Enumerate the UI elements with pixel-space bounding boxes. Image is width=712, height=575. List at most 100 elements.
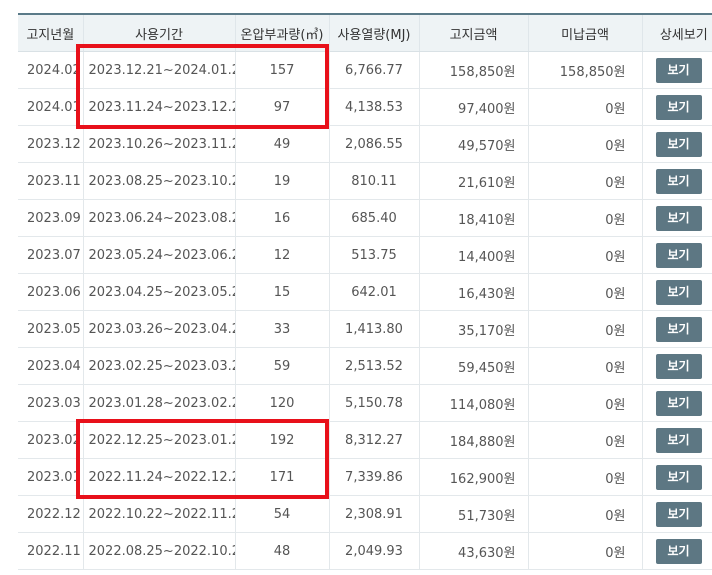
detail-cell: 보기 — [641, 347, 712, 385]
billed-amount-cell: 51,730원 — [418, 495, 528, 533]
unpaid-amount-cell: 0원 — [527, 199, 642, 237]
view-detail-button[interactable]: 보기 — [655, 94, 702, 120]
usage-volume-cell: 59 — [234, 347, 329, 385]
view-detail-button[interactable]: 보기 — [655, 57, 702, 83]
billed-amount-cell: 14,400원 — [418, 236, 528, 274]
heat-usage-cell: 2,308.91 — [328, 495, 419, 533]
billing-month-cell: 2024.02 — [18, 51, 83, 89]
billing-month-cell: 2023.06 — [18, 273, 83, 311]
table-row: 2023.04 2023.02.25~2023.03.25 59 2,513.52 59… — [18, 347, 712, 385]
usage-volume-cell: 120 — [234, 384, 329, 422]
heat-usage-cell: 1,413.80 — [328, 310, 419, 348]
usage-volume-cell: 19 — [234, 162, 329, 200]
header-detail: 상세보기 — [641, 13, 712, 52]
detail-cell: 보기 — [641, 162, 712, 200]
view-detail-button[interactable]: 보기 — [655, 464, 702, 490]
table-row: 2023.05 2023.03.26~2023.04.24 33 1,413.80 35… — [18, 310, 712, 348]
view-detail-button[interactable]: 보기 — [655, 501, 702, 527]
usage-volume-cell: 171 — [234, 458, 329, 496]
heat-usage-cell: 5,150.78 — [328, 384, 419, 422]
view-detail-button[interactable]: 보기 — [655, 538, 702, 564]
detail-cell: 보기 — [641, 51, 712, 89]
view-detail-button[interactable]: 보기 — [655, 131, 702, 157]
usage-volume-cell: 97 — [234, 88, 329, 126]
billing-month-cell: 2022.11 — [18, 532, 83, 570]
billing-table: 고지년월 사용기간 온압부과량(㎥) 사용열량(MJ) 고지금액 미납금액 상세… — [18, 13, 712, 570]
usage-volume-cell: 16 — [234, 199, 329, 237]
view-detail-button[interactable]: 보기 — [655, 205, 702, 231]
detail-cell: 보기 — [641, 310, 712, 348]
detail-cell: 보기 — [641, 236, 712, 274]
unpaid-amount-cell: 0원 — [527, 495, 642, 533]
unpaid-amount-cell: 0원 — [527, 384, 642, 422]
heat-usage-cell: 4,138.53 — [328, 88, 419, 126]
heat-usage-cell: 2,049.93 — [328, 532, 419, 570]
table-row: 2023.02 2022.12.25~2023.01.27 192 8,312.27 1… — [18, 421, 712, 459]
usage-period-cell: 2023.08.25~2023.10.25 — [82, 162, 235, 200]
table-row: 2022.11 2022.08.25~2022.10.21 48 2,049.93 43… — [18, 532, 712, 570]
billed-amount-cell: 158,850원 — [418, 51, 528, 89]
billing-month-cell: 2022.12 — [18, 495, 83, 533]
billed-amount-cell: 21,610원 — [418, 162, 528, 200]
view-detail-button[interactable]: 보기 — [655, 242, 702, 268]
table-row: 2023.06 2023.04.25~2023.05.23 15 642.01 16,4… — [18, 273, 712, 311]
header-usage-period: 사용기간 — [82, 13, 235, 52]
view-detail-button[interactable]: 보기 — [655, 316, 702, 342]
billing-month-cell: 2023.03 — [18, 384, 83, 422]
header-usage-volume: 온압부과량(㎥) — [234, 13, 329, 52]
detail-cell: 보기 — [641, 421, 712, 459]
header-billed-amount: 고지금액 — [418, 13, 528, 52]
table-row: 2023.01 2022.11.24~2022.12.24 171 7,339.86 1… — [18, 458, 712, 496]
detail-cell: 보기 — [641, 458, 712, 496]
unpaid-amount-cell: 0원 — [527, 347, 642, 385]
heat-usage-cell: 642.01 — [328, 273, 419, 311]
header-billing-month: 고지년월 — [18, 13, 83, 52]
usage-period-cell: 2022.10.22~2022.11.23 — [82, 495, 235, 533]
view-detail-button[interactable]: 보기 — [655, 279, 702, 305]
detail-cell: 보기 — [641, 199, 712, 237]
unpaid-amount-cell: 0원 — [527, 532, 642, 570]
table-row: 2023.09 2023.06.24~2023.08.24 16 685.40 18,4… — [18, 199, 712, 237]
billed-amount-cell: 49,570원 — [418, 125, 528, 163]
billing-month-cell: 2023.02 — [18, 421, 83, 459]
billing-month-cell: 2023.09 — [18, 199, 83, 237]
usage-period-cell: 2023.03.26~2023.04.24 — [82, 310, 235, 348]
usage-volume-cell: 54 — [234, 495, 329, 533]
heat-usage-cell: 685.40 — [328, 199, 419, 237]
usage-period-cell: 2023.01.28~2023.02.24 — [82, 384, 235, 422]
usage-period-cell: 2023.04.25~2023.05.23 — [82, 273, 235, 311]
unpaid-amount-cell: 0원 — [527, 273, 642, 311]
view-detail-button[interactable]: 보기 — [655, 168, 702, 194]
view-detail-button[interactable]: 보기 — [655, 427, 702, 453]
billed-amount-cell: 59,450원 — [418, 347, 528, 385]
view-detail-button[interactable]: 보기 — [655, 353, 702, 379]
billing-month-cell: 2024.01 — [18, 88, 83, 126]
usage-volume-cell: 12 — [234, 236, 329, 274]
heat-usage-cell: 8,312.27 — [328, 421, 419, 459]
table-header-row: 고지년월 사용기간 온압부과량(㎥) 사용열량(MJ) 고지금액 미납금액 상세… — [18, 13, 712, 52]
table-row: 2024.02 2023.12.21~2024.01.22 157 6,766.77 1… — [18, 51, 712, 89]
billing-month-cell: 2023.05 — [18, 310, 83, 348]
billed-amount-cell: 18,410원 — [418, 199, 528, 237]
table-row: 2023.03 2023.01.28~2023.02.24 120 5,150.78 1… — [18, 384, 712, 422]
usage-period-cell: 2023.05.24~2023.06.23 — [82, 236, 235, 274]
table-row: 2023.11 2023.08.25~2023.10.25 19 810.11 21,6… — [18, 162, 712, 200]
table-row: 2024.01 2023.11.24~2023.12.20 97 4,138.53 97… — [18, 88, 712, 126]
usage-period-cell: 2023.12.21~2024.01.22 — [82, 51, 235, 89]
view-detail-button[interactable]: 보기 — [655, 390, 702, 416]
unpaid-amount-cell: 0원 — [527, 88, 642, 126]
detail-cell: 보기 — [641, 495, 712, 533]
usage-volume-cell: 49 — [234, 125, 329, 163]
usage-volume-cell: 157 — [234, 51, 329, 89]
table-row: 2022.12 2022.10.22~2022.11.23 54 2,308.91 51… — [18, 495, 712, 533]
billing-month-cell: 2023.04 — [18, 347, 83, 385]
detail-cell: 보기 — [641, 88, 712, 126]
billed-amount-cell: 43,630원 — [418, 532, 528, 570]
unpaid-amount-cell: 0원 — [527, 310, 642, 348]
usage-volume-cell: 48 — [234, 532, 329, 570]
billed-amount-cell: 35,170원 — [418, 310, 528, 348]
unpaid-amount-cell: 158,850원 — [527, 51, 642, 89]
usage-volume-cell: 33 — [234, 310, 329, 348]
unpaid-amount-cell: 0원 — [527, 162, 642, 200]
unpaid-amount-cell: 0원 — [527, 421, 642, 459]
